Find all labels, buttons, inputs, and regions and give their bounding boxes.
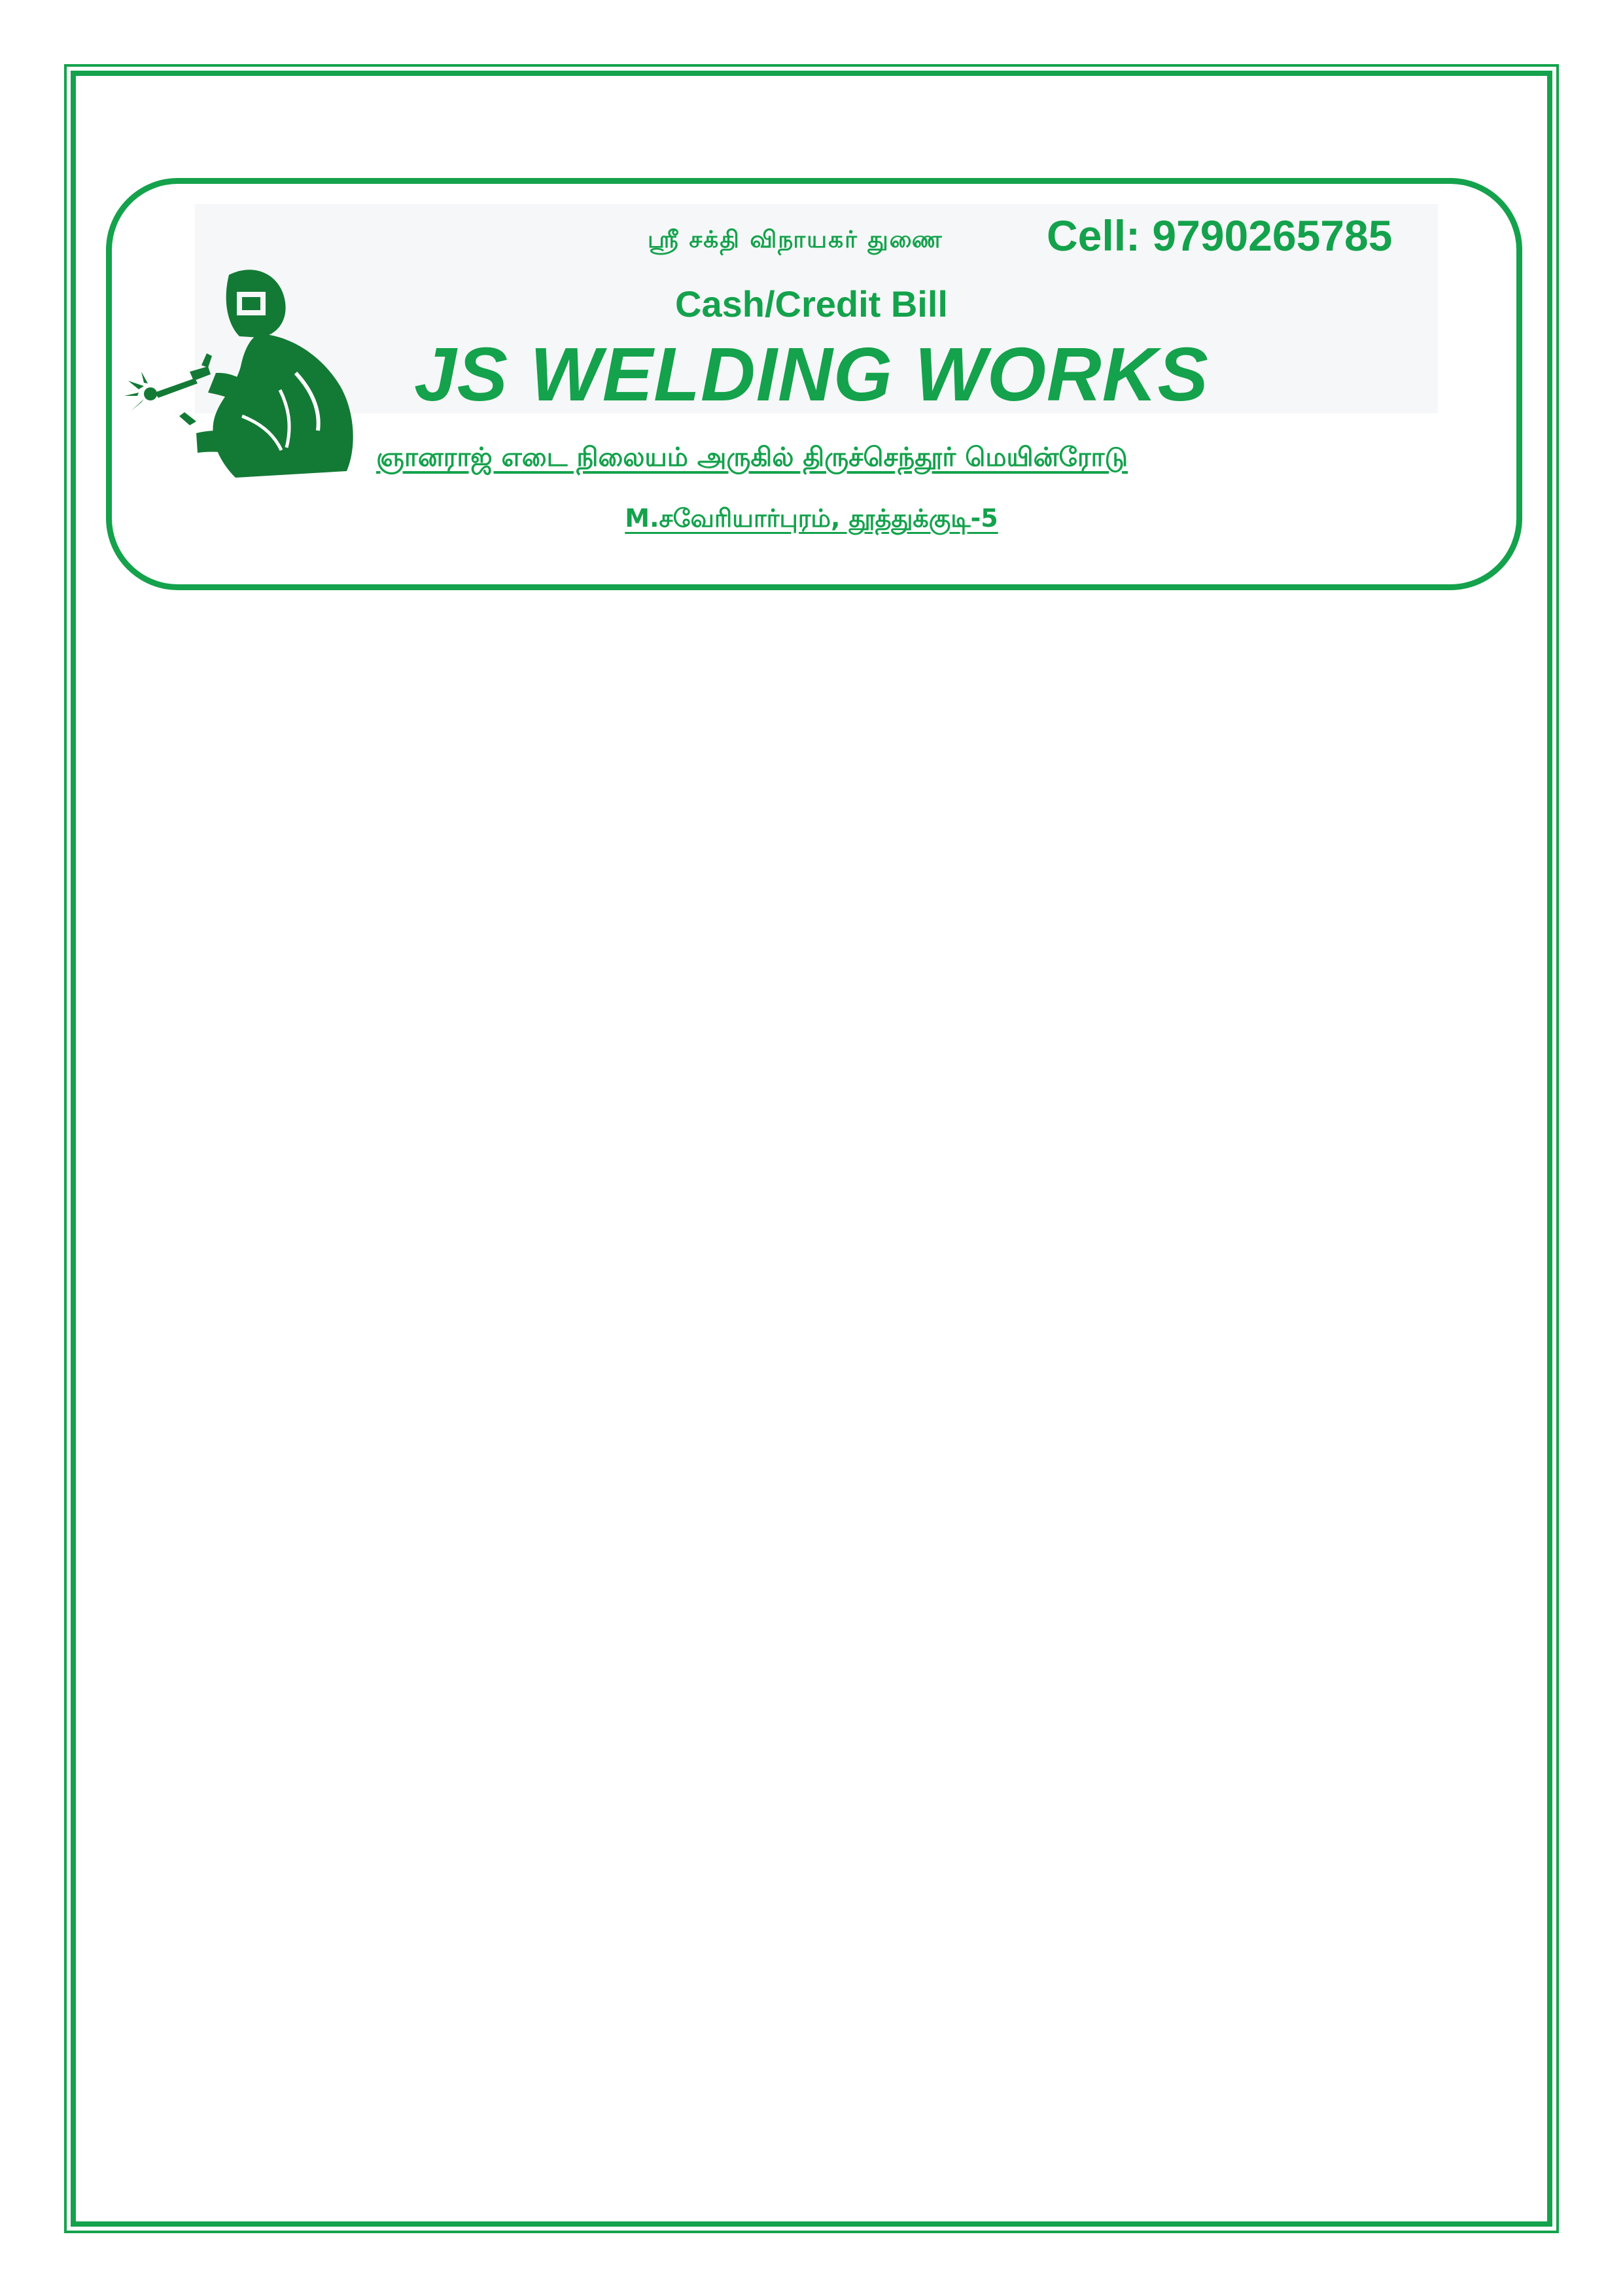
bill-body-area xyxy=(111,609,1511,2205)
company-name: JS WELDING WORKS xyxy=(414,332,1209,417)
address-line-1: ஞானராஜ் எடை நிலையம் அருகில் திருச்செந்தூ… xyxy=(376,442,1128,472)
blessing-text: ஸ்ரீ சக்தி விநாயகர் துணை xyxy=(648,226,943,253)
bill-type-label: Cash/Credit Bill xyxy=(675,283,948,325)
cell-number: Cell: 9790265785 xyxy=(1047,211,1393,260)
address-line-2: M.சவேரியார்புரம், தூத்துக்குடி-5 xyxy=(625,504,998,533)
